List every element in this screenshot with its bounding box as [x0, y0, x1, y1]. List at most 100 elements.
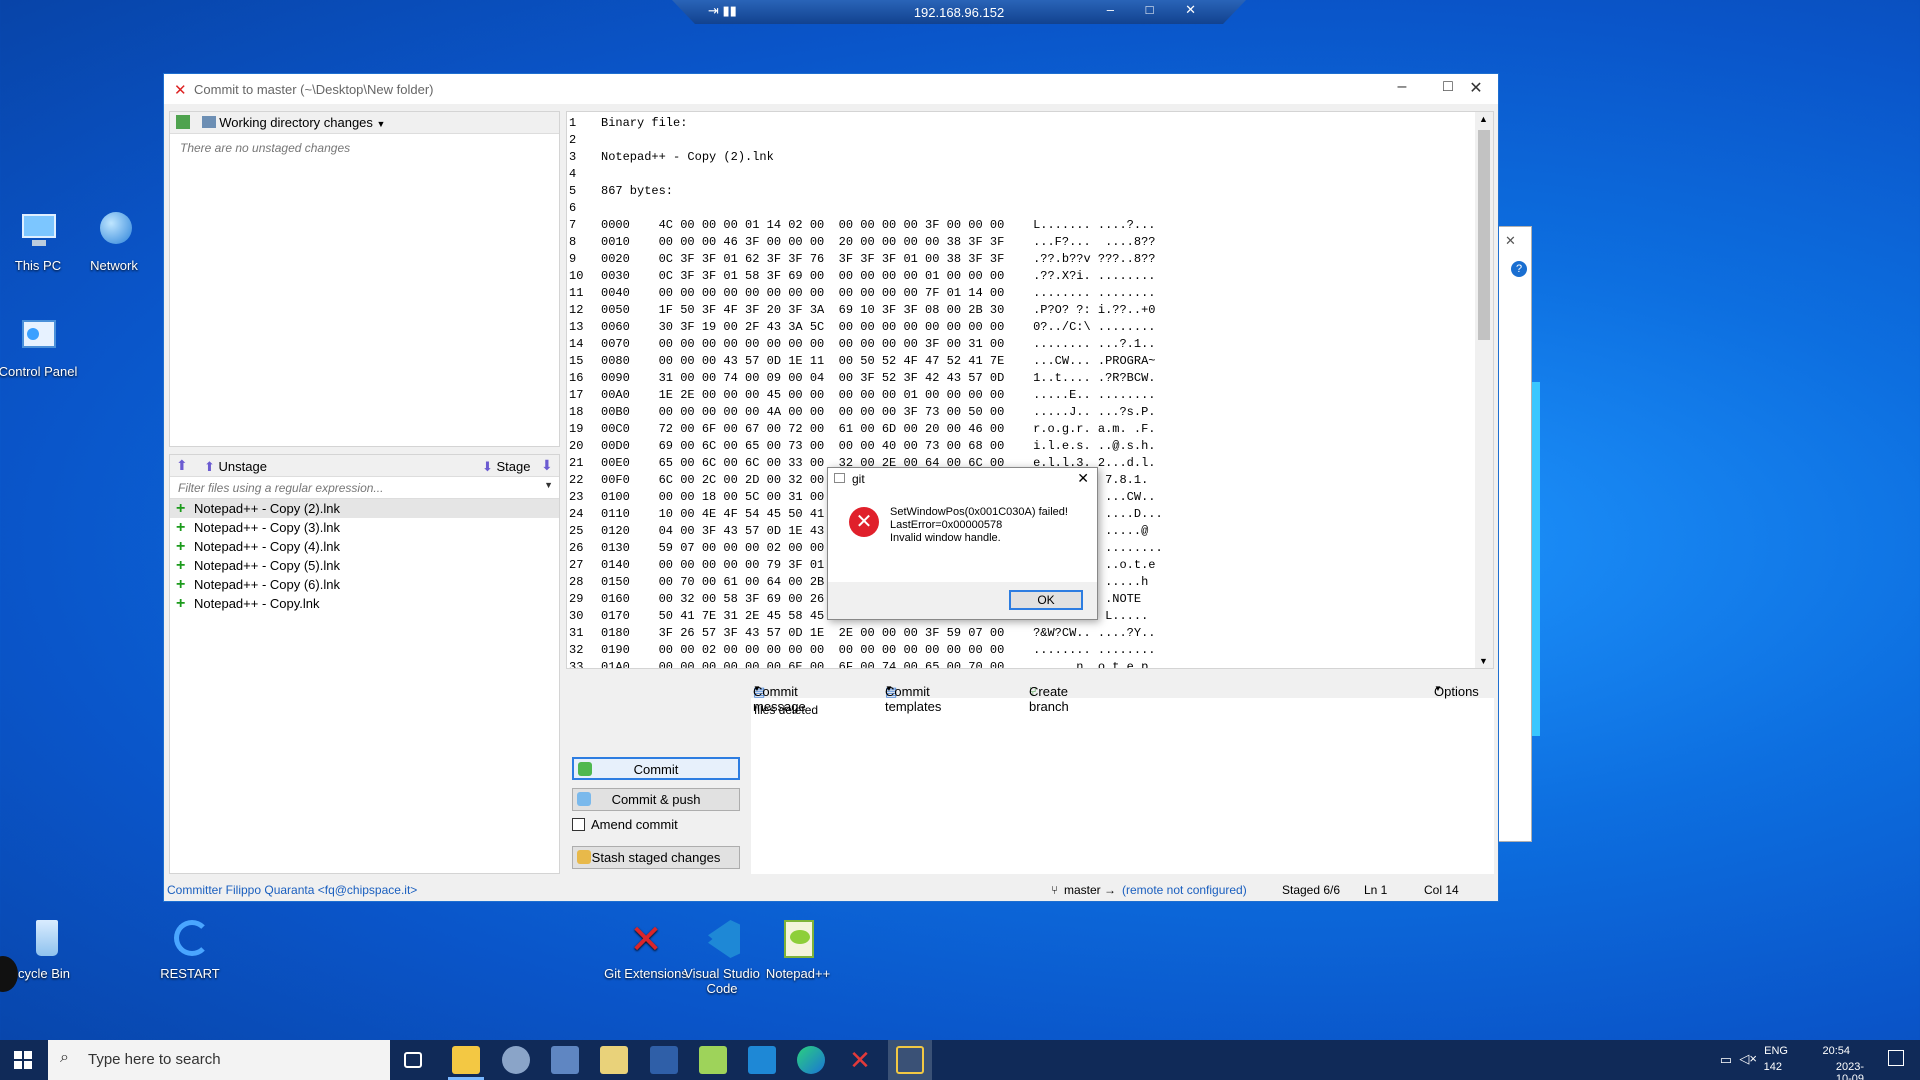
powershell-icon[interactable] [650, 1046, 678, 1074]
diff-line [601, 132, 1473, 149]
desktop-icon-restart[interactable]: RESTART [148, 918, 232, 981]
diff-line: 00A0 1E 2E 00 00 00 45 00 00 00 00 00 01… [601, 388, 1156, 402]
scroll-down-icon[interactable]: ▼ [1479, 656, 1488, 666]
checkbox[interactable] [572, 818, 585, 831]
desktop-icon-this-pc[interactable]: This PC [0, 210, 80, 273]
commit-and-push-button[interactable]: Commit & push [572, 788, 740, 811]
error-dialog: git ✕ ✕ SetWindowPos(0x001C030A) failed!… [827, 467, 1098, 620]
unstage-button[interactable]: ⬆ Unstage [204, 459, 267, 475]
help-icon[interactable]: ? [1511, 261, 1527, 277]
notepadpp-taskbar-icon[interactable] [699, 1046, 727, 1074]
desktop-icon-network[interactable]: Network [72, 210, 156, 273]
diff-line: 00B0 00 00 00 00 00 4A 00 00 00 00 00 3F… [601, 405, 1156, 419]
git-extensions-taskbar-icon[interactable]: ✕ [846, 1046, 874, 1074]
staged-file-item[interactable]: + Notepad++ - Copy (2).lnk [170, 499, 559, 518]
arrow-up-icon: ⬆ [204, 459, 219, 474]
scrollbar-thumb[interactable] [1478, 130, 1490, 340]
clock-time[interactable]: 20:54 [1822, 1045, 1850, 1057]
line-number: 32 [569, 643, 584, 657]
refresh-icon[interactable] [176, 115, 190, 129]
line-number: 4 [569, 167, 577, 181]
close-icon[interactable]: ✕ [1077, 470, 1089, 487]
arrow-down-icon: ⬇ [482, 459, 497, 474]
desktop-icon-control-panel[interactable]: Control Panel [0, 316, 80, 379]
ok-button[interactable]: OK [1009, 590, 1083, 610]
remote-app-taskbar-icon[interactable] [896, 1046, 924, 1074]
push-icon [577, 792, 591, 806]
clock-date[interactable]: 2023-10-09 [1836, 1061, 1864, 1080]
stage-all-icon[interactable]: ⬇ [541, 457, 553, 474]
unstage-all-icon[interactable]: ⬆ [176, 457, 188, 474]
vscode-taskbar-icon[interactable] [748, 1046, 776, 1074]
diff-line [601, 200, 1473, 217]
file-filter-input[interactable]: Filter files using a regular expression.… [170, 477, 559, 499]
added-icon: + [176, 499, 186, 517]
settings-gear-icon[interactable] [502, 1046, 530, 1074]
dialog-message: SetWindowPos(0x001C030A) failed! LastErr… [890, 506, 1068, 544]
network-tray-icon[interactable]: ▭ [1720, 1052, 1732, 1068]
search-icon: ⌕ [60, 1049, 69, 1066]
language-sub: 142 [1763, 1061, 1782, 1073]
remote-desktop-bar: ⇥ ▮▮ 192.168.96.152 – □ ✕ [672, 0, 1246, 24]
remote-window-controls[interactable]: – □ ✕ [1107, 2, 1210, 18]
windows-start-icon[interactable] [14, 1051, 32, 1069]
scroll-up-icon[interactable]: ▲ [1479, 114, 1488, 124]
amend-commit-checkbox[interactable]: Amend commit [572, 817, 678, 832]
line-number: 23 [569, 490, 584, 504]
dialog-body: ✕ SetWindowPos(0x001C030A) failed! LastE… [828, 490, 1097, 582]
desktop-icon-vscode[interactable]: Visual Studio Code [680, 918, 764, 996]
line-number: 22 [569, 473, 584, 487]
notification-icon[interactable] [1888, 1050, 1904, 1066]
window-title: Commit to master (~\Desktop\New folder) [194, 82, 434, 97]
unstaged-panel: Working directory changes ▼ There are no… [169, 111, 560, 447]
diff-line: 0020 0C 3F 3F 01 62 3F 3F 76 3F 3F 3F 01… [601, 252, 1156, 266]
search-box[interactable]: ⌕ Type here to search [48, 1040, 390, 1080]
diff-line: 0070 00 00 00 00 00 00 00 00 00 00 00 00… [601, 337, 1156, 351]
commit-message-toolbar: ▤ Commit message ▼ ▤ Commit templates ▼ … [751, 676, 1494, 714]
app-icon [834, 473, 845, 483]
stage-button[interactable]: ⬇ Stage [482, 459, 531, 475]
close-icon[interactable]: ✕ [1505, 233, 1516, 249]
desktop-icon-notepadpp[interactable]: Notepad++ [756, 918, 840, 981]
added-icon: + [176, 537, 186, 555]
line-number: 27 [569, 558, 584, 572]
chevron-down-icon[interactable]: ▼ [377, 119, 386, 129]
diff-line: 0050 1F 50 3F 4F 3F 20 3F 3A 69 10 3F 3F… [601, 303, 1156, 317]
remote-status[interactable]: (remote not configured) [1122, 883, 1247, 897]
commit-message-area: ▤ Commit message ▼ ▤ Commit templates ▼ … [751, 676, 1494, 874]
staged-file-item[interactable]: + Notepad++ - Copy.lnk [170, 594, 559, 613]
committer-info[interactable]: Committer Filippo Quaranta <fq@chipspace… [167, 883, 417, 897]
diff-line [601, 166, 1473, 183]
stash-icon [577, 850, 591, 864]
staged-file-item[interactable]: + Notepad++ - Copy (4).lnk [170, 537, 559, 556]
background-window[interactable]: ✕ ? [1498, 226, 1532, 842]
minimize-button[interactable]: – [1382, 78, 1422, 96]
server-manager-icon[interactable] [551, 1046, 579, 1074]
task-view-icon[interactable] [404, 1052, 422, 1068]
commit-message-input[interactable]: files deleted [751, 698, 1494, 722]
commit-button[interactable]: Commit [572, 757, 740, 780]
diff-line: 0010 00 00 00 46 3F 00 00 00 20 00 00 00… [601, 235, 1156, 249]
stash-staged-button[interactable]: Stash staged changes [572, 846, 740, 869]
staged-file-item[interactable]: + Notepad++ - Copy (5).lnk [170, 556, 559, 575]
desktop-icon-git-extensions[interactable]: ✕ Git Extensions [604, 918, 688, 981]
file-explorer-icon[interactable] [452, 1046, 480, 1074]
language-indicator[interactable]: ENG [1764, 1045, 1788, 1057]
close-button[interactable]: ✕ [1456, 78, 1496, 98]
unstaged-filter-dropdown[interactable]: Working directory changes [219, 115, 373, 130]
diff-scrollbar[interactable]: ▲ ▼ [1475, 112, 1493, 668]
git-extensions-icon: ✕ [629, 918, 663, 962]
diff-line: 0090 31 00 00 74 00 09 00 04 00 3F 52 3F… [601, 371, 1156, 385]
staged-file-item[interactable]: + Notepad++ - Copy (3).lnk [170, 518, 559, 537]
volume-icon[interactable]: ◁× [1739, 1051, 1757, 1067]
line-number: 14 [569, 337, 584, 351]
background-window-edge [1532, 382, 1540, 736]
line-number: 17 [569, 388, 584, 402]
staged-file-item[interactable]: + Notepad++ - Copy (6).lnk [170, 575, 559, 594]
edge-icon[interactable] [797, 1046, 825, 1074]
notes-icon[interactable] [600, 1046, 628, 1074]
unstaged-toolbar: Working directory changes ▼ [170, 112, 559, 134]
chevron-down-icon[interactable]: ▼ [544, 480, 553, 490]
diff-line: 0000 4C 00 00 00 01 14 02 00 00 00 00 00… [601, 218, 1156, 232]
line-number: 11 [569, 286, 584, 300]
